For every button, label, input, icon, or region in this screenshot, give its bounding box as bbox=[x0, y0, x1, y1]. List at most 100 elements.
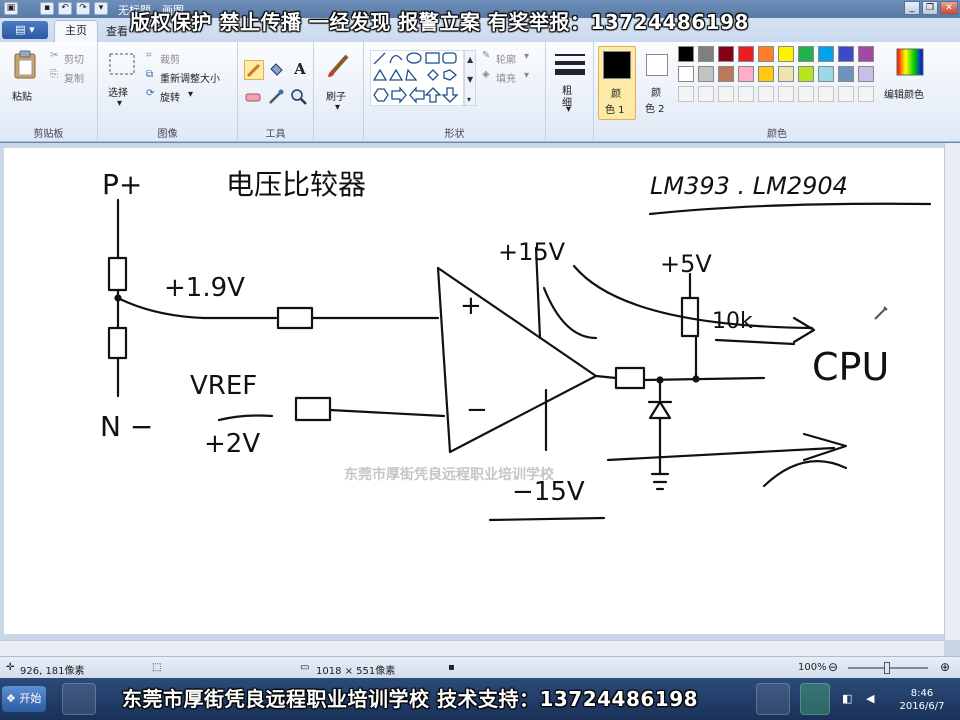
line-width-icon bbox=[555, 54, 585, 75]
palette-swatch[interactable] bbox=[798, 66, 814, 82]
palette-swatch[interactable] bbox=[758, 66, 774, 82]
palette-swatch[interactable] bbox=[838, 66, 854, 82]
taskbar-app-icon-1[interactable] bbox=[62, 683, 96, 715]
palette-custom-slot[interactable] bbox=[798, 86, 814, 102]
palette-custom-slot[interactable] bbox=[718, 86, 734, 102]
pencil-tool[interactable] bbox=[244, 60, 264, 80]
rotate-label: 旋转 bbox=[160, 93, 180, 104]
palette-swatch[interactable] bbox=[718, 46, 734, 62]
canvas-area: P+ 电压比较器 LM393 . LM2904 +15V +5V 10k +1.… bbox=[0, 143, 960, 656]
minus-input-resistor bbox=[294, 396, 332, 422]
palette-swatch[interactable] bbox=[678, 46, 694, 62]
palette-custom-slot[interactable] bbox=[778, 86, 794, 102]
label-plus15: +15V bbox=[498, 238, 566, 266]
quick-access-dropdown-icon[interactable]: ▾ bbox=[94, 2, 108, 15]
network-icon[interactable]: ◧ bbox=[842, 692, 852, 705]
palette-custom-slot[interactable] bbox=[738, 86, 754, 102]
rotate-button[interactable]: ⟳ 旋转 ▾ bbox=[146, 88, 206, 104]
eraser-tool[interactable] bbox=[244, 88, 264, 108]
outline-label: 轮廓 bbox=[496, 55, 516, 66]
fill-tool[interactable] bbox=[267, 60, 287, 80]
zoom-in-button[interactable]: ⊕ bbox=[940, 660, 950, 674]
redo-icon[interactable]: ↷ bbox=[76, 2, 90, 15]
palette-swatch[interactable] bbox=[838, 46, 854, 62]
vref-wire bbox=[217, 414, 274, 422]
palette-custom-slot[interactable] bbox=[678, 86, 694, 102]
tab-home[interactable]: 主页 bbox=[54, 20, 98, 42]
palette-swatch[interactable] bbox=[798, 46, 814, 62]
horizontal-scrollbar[interactable] bbox=[0, 640, 944, 656]
brushes-dropdown-icon: ▾ bbox=[335, 102, 341, 113]
brushes-button[interactable]: 刷子 ▾ bbox=[320, 48, 358, 116]
outline-button[interactable]: ✎ 轮廓 ▾ bbox=[482, 50, 542, 66]
clock[interactable]: 8:46 2016/6/7 bbox=[888, 687, 956, 713]
output-wire bbox=[594, 374, 618, 380]
palette-swatch[interactable] bbox=[818, 46, 834, 62]
zoom-slider-thumb[interactable] bbox=[884, 662, 890, 674]
brushes-label: 刷子 bbox=[326, 92, 346, 103]
resize-icon: ⧉ bbox=[146, 69, 154, 80]
size-button[interactable]: 粗细 ▾ bbox=[552, 50, 588, 116]
taskbar-app-icon-2[interactable] bbox=[756, 683, 790, 715]
drawing-canvas[interactable]: P+ 电压比较器 LM393 . LM2904 +15V +5V 10k +1.… bbox=[4, 148, 944, 634]
volume-icon[interactable]: ◀ bbox=[866, 692, 874, 705]
palette-custom-slot[interactable] bbox=[758, 86, 774, 102]
close-button[interactable]: ✕ bbox=[940, 1, 958, 15]
undo-icon[interactable]: ↶ bbox=[58, 2, 72, 15]
edit-colors-button[interactable]: 编辑颜色 bbox=[884, 46, 936, 106]
pencil-cursor-icon bbox=[874, 306, 888, 320]
palette-swatch[interactable] bbox=[858, 66, 874, 82]
crop-button[interactable]: ⌗ 裁剪 bbox=[146, 50, 206, 66]
file-menu-button[interactable]: ▤ ▾ bbox=[2, 21, 48, 39]
magnifier-tool[interactable] bbox=[290, 88, 310, 108]
tab-view[interactable]: 查看 bbox=[106, 23, 128, 39]
palette-custom-slot[interactable] bbox=[858, 86, 874, 102]
palette-swatch[interactable] bbox=[698, 46, 714, 62]
clock-date: 2016/6/7 bbox=[899, 701, 945, 712]
palette-swatch[interactable] bbox=[738, 66, 754, 82]
text-tool[interactable]: A bbox=[290, 60, 310, 80]
palette-swatch[interactable] bbox=[678, 66, 694, 82]
vertical-scrollbar[interactable] bbox=[944, 143, 960, 640]
zoom-out-button[interactable]: ⊖ bbox=[828, 660, 838, 674]
taskbar-app-icon-3[interactable] bbox=[800, 683, 830, 715]
color-picker-tool[interactable] bbox=[267, 88, 287, 108]
paste-label: 粘贴 bbox=[12, 92, 32, 103]
shapes-gallery[interactable]: ▲ ▼ ▾ bbox=[370, 50, 476, 106]
color2-button[interactable]: 颜 色 2 bbox=[640, 46, 674, 120]
select-label: 选择 bbox=[108, 88, 128, 99]
app-menu-icon[interactable]: ▣ bbox=[4, 2, 18, 15]
fill-button[interactable]: ◈ 填充 ▾ bbox=[482, 69, 542, 85]
restore-button[interactable]: ❐ bbox=[922, 1, 938, 15]
cut-button[interactable]: ✂ 剪切 bbox=[50, 50, 95, 66]
label-opamp-plus: + bbox=[460, 291, 482, 321]
tools-group-label: 工具 bbox=[265, 129, 286, 140]
zoom-slider[interactable] bbox=[848, 662, 928, 674]
palette-swatch[interactable] bbox=[858, 46, 874, 62]
label-plus2: +2V bbox=[204, 429, 260, 459]
fill-bucket-icon bbox=[270, 63, 283, 76]
palette-custom-slot[interactable] bbox=[818, 86, 834, 102]
palette-swatch[interactable] bbox=[718, 66, 734, 82]
save-icon[interactable]: ▪ bbox=[40, 2, 54, 15]
palette-custom-slot[interactable] bbox=[838, 86, 854, 102]
resize-button[interactable]: ⧉ 重新调整大小 bbox=[146, 69, 236, 85]
palette-swatch[interactable] bbox=[738, 46, 754, 62]
color1-button[interactable]: 颜 色 1 bbox=[598, 46, 636, 120]
start-button[interactable]: ❖ 开始 bbox=[2, 686, 46, 712]
brush-icon bbox=[328, 54, 349, 77]
minus-input-wire bbox=[328, 408, 446, 418]
minimize-button[interactable]: _ bbox=[904, 1, 920, 15]
select-button[interactable]: 选择 ▾ bbox=[106, 50, 138, 110]
palette-swatch[interactable] bbox=[698, 66, 714, 82]
palette-custom-slot[interactable] bbox=[698, 86, 714, 102]
palette-swatch[interactable] bbox=[758, 46, 774, 62]
colors-group: 编辑颜色 颜色 bbox=[674, 42, 938, 142]
paste-button[interactable]: 粘贴 bbox=[8, 48, 42, 108]
palette-swatch[interactable] bbox=[778, 66, 794, 82]
label-p-plus: P+ bbox=[102, 168, 142, 201]
outline-dropdown-icon: ▾ bbox=[524, 51, 530, 62]
palette-swatch[interactable] bbox=[818, 66, 834, 82]
palette-swatch[interactable] bbox=[778, 46, 794, 62]
copy-button[interactable]: ⎘ 复制 bbox=[50, 69, 95, 85]
